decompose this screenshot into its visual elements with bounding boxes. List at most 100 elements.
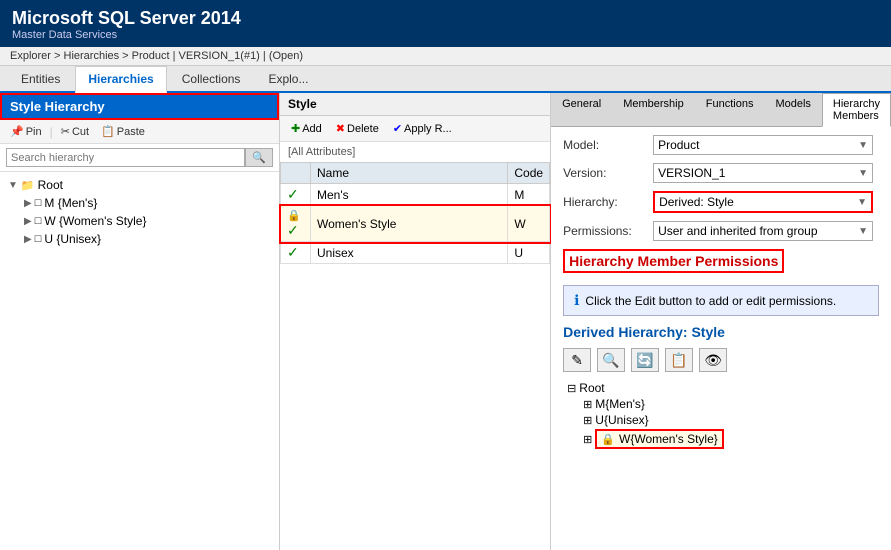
permissions-value: User and inherited from group [658, 224, 817, 238]
dropdown-arrow-hierarchy: ▼ [857, 197, 867, 208]
tree-item-womens[interactable]: ▶ □ W {Women's Style} [20, 212, 275, 230]
perm-tree-mens[interactable]: ⊞ M{Men's} [579, 396, 879, 412]
left-panel-title: Style Hierarchy [0, 93, 279, 120]
check-icon-u: ✓ [287, 244, 299, 260]
permissions-select[interactable]: User and inherited from group ▼ [653, 221, 873, 241]
table-row[interactable]: ✓ Men's M [281, 184, 550, 206]
cut-button[interactable]: ✂ Cut [57, 123, 93, 140]
perm-toolbar: ✎ 🔍 🔄 📋 👁 [563, 348, 879, 372]
table-row-womens[interactable]: 🔒 ✓ Women's Style W [281, 206, 550, 242]
perm-sub-unisex: ⊞ U{Unisex} [579, 412, 879, 428]
nav-tabs: Entities Hierarchies Collections Explo..… [0, 66, 891, 93]
add-icon: ✚ [291, 122, 300, 135]
row-code-unisex: U [508, 242, 550, 264]
permissions-row: Permissions: User and inherited from gro… [563, 221, 879, 241]
app-header: Microsoft SQL Server 2014 Master Data Se… [0, 0, 891, 47]
perm-sub-mens: ⊞ M{Men's} [579, 396, 879, 412]
expand-icon: ▶ [24, 198, 32, 209]
permissions-section-box: Hierarchy Member Permissions [563, 249, 784, 273]
tab-hierarchy-members[interactable]: Hierarchy Members [822, 93, 891, 127]
tab-membership[interactable]: Membership [612, 93, 695, 126]
perm-sub-womens: ⊞ 🔒 W{Women's Style} [579, 428, 879, 450]
perm-womens-highlighted: 🔒 W{Women's Style} [595, 429, 723, 449]
left-toolbar: 📌 Pin | ✂ Cut 📋 Paste [0, 120, 279, 144]
search-button[interactable]: 🔍 [245, 148, 273, 167]
style-toolbar: ✚ Add ✖ Delete ✔ Apply R... [280, 116, 550, 142]
row-code-mens: M [508, 184, 550, 206]
folder-icon-unisex: □ [35, 233, 42, 245]
style-panel: Style ✚ Add ✖ Delete ✔ Apply R... [All A… [280, 93, 551, 550]
perm-tree-unisex[interactable]: ⊞ U{Unisex} [579, 412, 879, 428]
version-value: VERSION_1 [658, 166, 725, 180]
hierarchy-value: Derived: Style [659, 195, 734, 209]
hierarchy-row: Hierarchy: Derived: Style ▼ [563, 191, 879, 213]
lock-icon: 🔒 [287, 210, 301, 222]
tab-functions[interactable]: Functions [695, 93, 765, 126]
breadcrumb: Explorer > Hierarchies > Product | VERSI… [0, 47, 891, 66]
plus-icon-unisex: ⊞ [583, 414, 592, 427]
tree-item-root[interactable]: ▼ 📁 Root [4, 176, 275, 194]
perm-view-button[interactable]: 👁 [699, 348, 727, 372]
perm-tree-root[interactable]: ⊟ Root [563, 380, 879, 396]
folder-icon-womens: □ [35, 215, 42, 227]
model-row: Model: Product ▼ [563, 135, 879, 155]
tree-label-unisex: U {Unisex} [44, 232, 101, 246]
expand-icon-u: ▶ [24, 234, 32, 245]
tree-item-unisex[interactable]: ▶ □ U {Unisex} [20, 230, 275, 248]
minus-icon: ⊟ [567, 382, 576, 395]
right-panel: General Membership Functions Models Hier… [551, 93, 891, 550]
lock-icon-perm: 🔒 [601, 433, 615, 446]
info-icon: ℹ [574, 292, 579, 309]
info-message: Click the Edit button to add or edit per… [585, 294, 836, 308]
pin-button[interactable]: 📌 Pin [6, 123, 46, 140]
check-icon-w: ✓ [287, 222, 299, 238]
dropdown-arrow-model: ▼ [858, 140, 868, 151]
tab-models[interactable]: Models [764, 93, 821, 126]
expand-icon-w: ▶ [24, 216, 32, 227]
add-button[interactable]: ✚ Add [286, 120, 327, 137]
search-row: 🔍 [0, 144, 279, 172]
perm-refresh-button[interactable]: 🔄 [631, 348, 659, 372]
perm-mens-label: M{Men's} [595, 397, 645, 411]
perm-tree-womens[interactable]: ⊞ 🔒 W{Women's Style} [579, 428, 879, 450]
pin-icon: 📌 [10, 125, 24, 138]
version-select[interactable]: VERSION_1 ▼ [653, 163, 873, 183]
nav-tab-collections[interactable]: Collections [169, 66, 254, 91]
perm-tree: ⊟ Root ⊞ M{Men's} ⊞ U{Unisex} [563, 380, 879, 450]
tab-general[interactable]: General [551, 93, 612, 126]
plus-icon-womens: ⊞ [583, 433, 592, 446]
search-input[interactable] [6, 148, 245, 167]
tree-item-mens[interactable]: ▶ □ M {Men's} [20, 194, 275, 212]
dropdown-arrow-permissions: ▼ [858, 226, 868, 237]
row-name-unisex: Unisex [311, 242, 508, 264]
main-layout: Style Hierarchy 📌 Pin | ✂ Cut 📋 Paste 🔍 … [0, 93, 891, 550]
delete-button[interactable]: ✖ Delete [331, 120, 384, 137]
right-content: Model: Product ▼ Version: VERSION_1 ▼ Hi… [551, 127, 891, 550]
nav-tab-hierarchies[interactable]: Hierarchies [75, 66, 166, 93]
perm-search-button[interactable]: 🔍 [597, 348, 625, 372]
perm-edit-button[interactable]: ✎ [563, 348, 591, 372]
row-code-womens: W [508, 206, 550, 242]
apply-icon: ✔ [393, 122, 402, 135]
model-label: Model: [563, 138, 653, 152]
perm-copy-button[interactable]: 📋 [665, 348, 693, 372]
nav-tab-entities[interactable]: Entities [8, 66, 73, 91]
table-row-unisex[interactable]: ✓ Unisex U [281, 242, 550, 264]
row-name-womens: Women's Style [311, 206, 508, 242]
plus-icon-mens: ⊞ [583, 398, 592, 411]
hierarchy-tree: ▼ 📁 Root ▶ □ M {Men's} ▶ □ W {Women's St… [0, 172, 279, 550]
model-value: Product [658, 138, 699, 152]
app-title: Microsoft SQL Server 2014 [12, 8, 879, 29]
col-check [281, 163, 311, 184]
version-label: Version: [563, 166, 653, 180]
right-tabs: General Membership Functions Models Hier… [551, 93, 891, 127]
nav-tab-explorer[interactable]: Explo... [255, 66, 321, 91]
info-bar: ℹ Click the Edit button to add or edit p… [563, 285, 879, 316]
paste-button[interactable]: 📋 Paste [97, 123, 149, 140]
model-select[interactable]: Product ▼ [653, 135, 873, 155]
row-name-mens: Men's [311, 184, 508, 206]
style-panel-title: Style [280, 93, 550, 116]
hierarchy-select[interactable]: Derived: Style ▼ [653, 191, 873, 213]
folder-icon-mens: □ [35, 197, 42, 209]
apply-button[interactable]: ✔ Apply R... [388, 120, 457, 137]
